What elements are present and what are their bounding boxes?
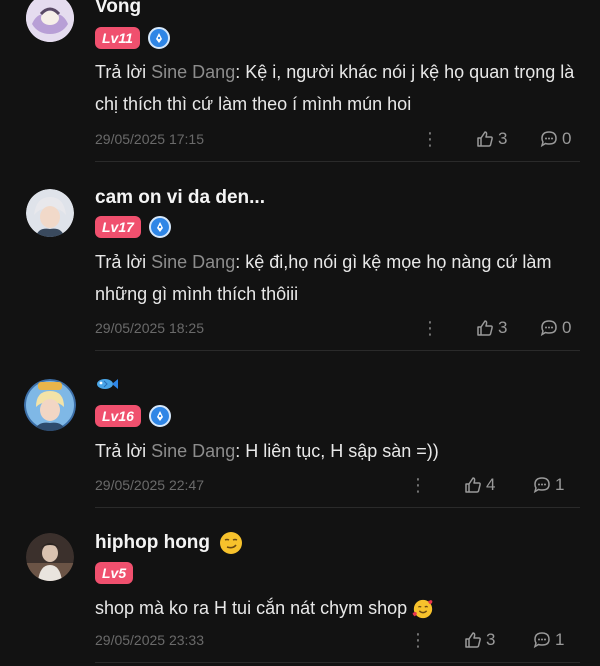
timestamp: 29/05/2025 17:15 (95, 131, 204, 147)
username-text: hiphop hong (95, 532, 211, 554)
smirk-emoji-icon (220, 532, 243, 554)
comment-meta: 29/05/2025 23:33 ⋮ 3 1 (95, 630, 580, 652)
reply-button[interactable]: 0 (539, 318, 571, 338)
avatar[interactable] (26, 0, 74, 42)
reply-prefix: Trả lời (95, 62, 152, 82)
level-badge: Lv11 (95, 27, 140, 49)
level-badge: Lv16 (95, 405, 141, 427)
divider (95, 507, 580, 508)
more-options-icon[interactable]: ⋮ (409, 475, 427, 496)
pen-badge-icon (148, 216, 171, 238)
reply-prefix: Trả lời (95, 252, 152, 272)
thumbs-up-icon (465, 632, 481, 648)
like-button[interactable]: 3 (475, 318, 507, 338)
divider (95, 350, 580, 351)
like-count: 3 (486, 630, 496, 649)
reply-button[interactable]: 1 (532, 475, 564, 495)
badge-row: Lv17 (95, 215, 171, 239)
timestamp: 29/05/2025 23:33 (95, 632, 204, 648)
badge-row: Lv11 (95, 26, 170, 50)
more-options-icon[interactable]: ⋮ (409, 630, 427, 651)
thumbs-up-icon (465, 477, 481, 493)
like-count: 4 (486, 475, 496, 494)
avatar[interactable] (24, 379, 76, 431)
more-options-icon[interactable]: ⋮ (421, 129, 439, 150)
smiling-face-with-hearts-icon (412, 600, 433, 619)
like-button[interactable]: 3 (463, 630, 495, 650)
thumbs-up-icon (477, 320, 493, 336)
like-count: 3 (498, 318, 508, 337)
fish-icon (97, 379, 118, 389)
like-button[interactable]: 4 (463, 475, 495, 495)
level-badge: Lv5 (95, 562, 134, 584)
username[interactable]: cam on vi da den... (95, 187, 265, 209)
comment-text: shop mà ko ra H tui cắn nát chym shop (95, 592, 580, 624)
comment-text: Trả lời Sine Dang: Kệ i, người khác nói … (95, 56, 580, 120)
comment-bubble-icon (540, 131, 557, 148)
comment-text: Trả lời Sine Dang: H liên tục, H sập sàn… (95, 435, 580, 467)
avatar[interactable] (26, 189, 74, 237)
badge-row: Lv5 (95, 561, 134, 585)
more-options-icon[interactable]: ⋮ (421, 318, 439, 339)
comment-meta: 29/05/2025 18:25 ⋮ 3 0 (95, 318, 580, 340)
reply-to-name[interactable]: Sine Dang (151, 252, 235, 272)
username[interactable]: hiphop hong (95, 531, 243, 555)
like-count: 3 (498, 129, 508, 148)
reply-count: 1 (555, 630, 565, 649)
reply-to-name[interactable]: Sine Dang (151, 441, 235, 461)
reply-count: 0 (562, 129, 572, 148)
timestamp: 29/05/2025 18:25 (95, 320, 204, 336)
pen-badge-icon (148, 405, 171, 427)
comment-body: shop mà ko ra H tui cắn nát chym shop (95, 598, 408, 618)
divider (95, 161, 580, 162)
comment-bubble-icon (533, 477, 550, 494)
thumbs-up-icon (477, 131, 493, 147)
reply-to-name[interactable]: Sine Dang (151, 62, 235, 82)
reply-count: 1 (555, 475, 565, 494)
comment-meta: 29/05/2025 17:15 ⋮ 3 0 (95, 129, 580, 151)
reply-count: 0 (562, 318, 572, 337)
timestamp: 29/05/2025 22:47 (95, 477, 204, 493)
comment-bubble-icon (540, 320, 557, 337)
reply-button[interactable]: 1 (532, 630, 564, 650)
comment-meta: 29/05/2025 22:47 ⋮ 4 1 (95, 475, 580, 497)
like-button[interactable]: 3 (475, 129, 507, 149)
comment-body: : H liên tục, H sập sàn =)) (235, 441, 439, 461)
avatar[interactable] (26, 533, 74, 581)
pen-badge-icon (147, 27, 170, 49)
badge-row: Lv16 (95, 404, 171, 428)
level-badge: Lv17 (95, 216, 141, 238)
username[interactable]: Vong (95, 0, 141, 18)
username[interactable] (95, 376, 119, 398)
divider (95, 662, 580, 663)
reply-button[interactable]: 0 (539, 129, 571, 149)
comment-text: Trả lời Sine Dang: kệ đi,họ nói gì kệ mọ… (95, 246, 580, 310)
reply-prefix: Trả lời (95, 441, 152, 461)
comment-bubble-icon (533, 632, 550, 649)
